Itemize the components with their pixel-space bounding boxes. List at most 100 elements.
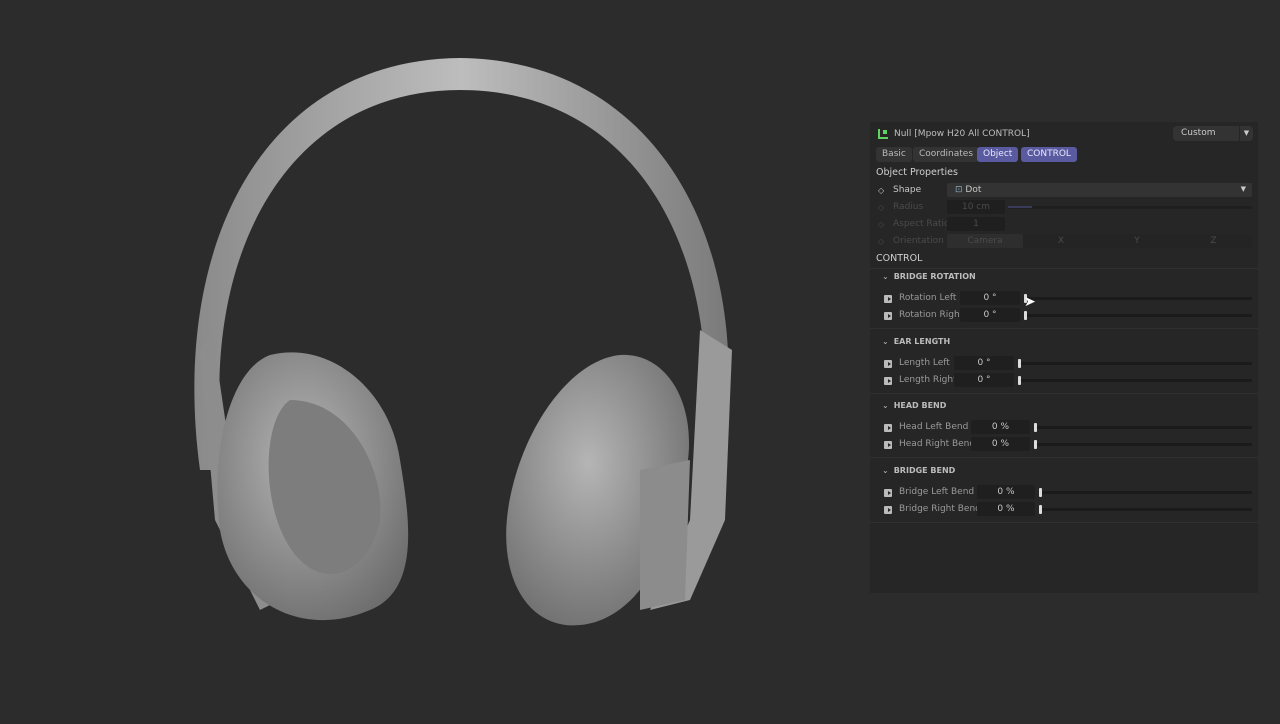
- null-object-icon: [878, 129, 888, 139]
- divider: [870, 328, 1258, 329]
- aspect-ratio-field: 1: [947, 217, 1005, 231]
- userdata-icon[interactable]: [884, 424, 892, 432]
- radius-row: ◇ Radius 10 cm: [870, 200, 1258, 215]
- value-field[interactable]: 0 %: [977, 501, 1035, 516]
- slider-track[interactable]: [1034, 443, 1252, 446]
- headphones-model: [194, 58, 732, 626]
- group-header[interactable]: ⌄ BRIDGE BEND: [882, 466, 955, 475]
- shape-value: Dot: [965, 185, 982, 195]
- shape-row: ◇ Shape ⊡ Dot ▼: [870, 183, 1258, 198]
- value-field[interactable]: 0 °: [960, 308, 1020, 322]
- value-field[interactable]: 0 %: [977, 484, 1035, 499]
- keyframe-diamond-icon: ◇: [878, 220, 885, 229]
- control-label: Length Left: [899, 357, 950, 368]
- value-field[interactable]: 0 °: [954, 355, 1014, 370]
- control-label: Bridge Left Bend: [899, 486, 975, 497]
- keyframe-diamond-icon: ◇: [878, 237, 885, 246]
- slider-handle[interactable]: [1034, 440, 1037, 449]
- control-row: Length Left 0 °: [870, 355, 1258, 371]
- control-label: Head Right Bend: [899, 439, 976, 449]
- group-title: EAR LENGTH: [893, 336, 951, 346]
- divider: [870, 392, 1258, 394]
- orientation-label: Orientation: [893, 236, 944, 246]
- shape-label: Shape: [893, 185, 922, 195]
- shape-dropdown[interactable]: ⊡ Dot ▼: [947, 183, 1252, 197]
- tab-control[interactable]: CONTROL: [1021, 147, 1077, 162]
- userdata-icon[interactable]: [884, 312, 892, 320]
- slider-handle[interactable]: [1018, 375, 1021, 385]
- preset-value: Custom: [1181, 128, 1216, 138]
- value-field[interactable]: 0 °: [954, 372, 1014, 387]
- userdata-icon[interactable]: [884, 488, 892, 497]
- divider: [870, 268, 1258, 269]
- orientation-camera: Camera: [947, 234, 1023, 248]
- radius-slider: [1008, 206, 1252, 209]
- group-header[interactable]: ⌄ HEAD BEND: [882, 401, 946, 410]
- orientation-y: Y: [1099, 234, 1175, 248]
- orientation-x: X: [1023, 234, 1099, 248]
- group-header[interactable]: ⌄ EAR LENGTH: [882, 337, 950, 346]
- dot-shape-icon: ⊡: [955, 185, 963, 195]
- chevron-down-icon: ▼: [1239, 126, 1253, 141]
- radius-field: 10 cm: [947, 200, 1005, 214]
- tab-object[interactable]: Object: [977, 147, 1019, 162]
- slider-handle[interactable]: [1039, 504, 1042, 514]
- control-label: Rotation Right: [899, 310, 964, 320]
- slider-track[interactable]: [1024, 314, 1252, 317]
- group-title: BRIDGE ROTATION: [893, 272, 976, 281]
- userdata-icon[interactable]: [884, 359, 892, 368]
- object-title: Null [Mpow H20 All CONTROL]: [894, 129, 1030, 139]
- aspect-ratio-row: ◇ Aspect Ratio 1: [870, 217, 1258, 232]
- slider-track[interactable]: [1024, 297, 1252, 300]
- userdata-icon[interactable]: [884, 441, 892, 449]
- orientation-row: ◇ Orientation Camera X Y Z: [870, 234, 1258, 249]
- value-field[interactable]: 0 °: [960, 291, 1020, 305]
- control-row: Rotation Left 0 °: [870, 291, 1258, 306]
- slider-track[interactable]: [1039, 507, 1252, 511]
- group-title: HEAD BEND: [893, 401, 947, 410]
- chevron-down-icon: ▼: [1240, 185, 1246, 193]
- slider-handle[interactable]: [1018, 358, 1021, 368]
- control-heading: CONTROL: [876, 253, 923, 264]
- keyframe-diamond-icon[interactable]: ◇: [878, 186, 884, 195]
- divider: [870, 521, 1258, 523]
- userdata-icon[interactable]: [884, 376, 892, 385]
- control-row: Head Right Bend 0 %: [870, 437, 1258, 452]
- control-row: Bridge Right Bend 0 %: [870, 501, 1258, 517]
- value-field[interactable]: 0 %: [971, 437, 1030, 451]
- control-label: Head Left Bend: [899, 422, 969, 432]
- userdata-icon[interactable]: [884, 295, 892, 303]
- slider-handle[interactable]: [1039, 487, 1042, 497]
- chevron-down-icon: ⌄: [882, 272, 889, 281]
- mouse-cursor-icon: ➤: [1024, 294, 1036, 310]
- chevron-down-icon: ⌄: [882, 401, 889, 410]
- control-row: Length Right 0 °: [870, 372, 1258, 388]
- control-row: Rotation Right 0 °: [870, 308, 1258, 323]
- slider-track[interactable]: [1018, 361, 1252, 365]
- keyframe-diamond-icon: ◇: [878, 203, 885, 212]
- radius-label: Radius: [893, 202, 924, 212]
- control-row: Head Left Bend 0 %: [870, 420, 1258, 435]
- chevron-down-icon: ⌄: [882, 465, 889, 475]
- tab-coordinates[interactable]: Coordinates: [913, 147, 980, 162]
- slider-handle[interactable]: [1034, 423, 1037, 432]
- object-properties-heading: Object Properties: [876, 167, 958, 178]
- control-label: Bridge Right Bend: [899, 503, 981, 514]
- control-label: Length Right: [899, 374, 957, 385]
- divider: [870, 457, 1258, 458]
- 3d-viewport[interactable]: [0, 0, 860, 720]
- tab-basic[interactable]: Basic: [876, 147, 912, 162]
- userdata-icon[interactable]: [884, 505, 892, 514]
- slider-track[interactable]: [1018, 378, 1252, 382]
- control-row: Bridge Left Bend 0 %: [870, 484, 1258, 500]
- chevron-down-icon: ⌄: [882, 336, 889, 346]
- group-header[interactable]: ⌄ BRIDGE ROTATION: [882, 272, 976, 281]
- slider-track[interactable]: [1039, 490, 1252, 494]
- value-field[interactable]: 0 %: [971, 420, 1030, 434]
- preset-dropdown[interactable]: Custom ▼: [1173, 126, 1253, 141]
- slider-track[interactable]: [1034, 426, 1252, 429]
- attribute-manager-panel: Null [Mpow H20 All CONTROL] Custom ▼ Basi…: [870, 122, 1258, 593]
- control-label: Rotation Left: [899, 293, 957, 303]
- aspect-ratio-label: Aspect Ratio: [893, 219, 950, 229]
- slider-handle[interactable]: [1024, 311, 1027, 320]
